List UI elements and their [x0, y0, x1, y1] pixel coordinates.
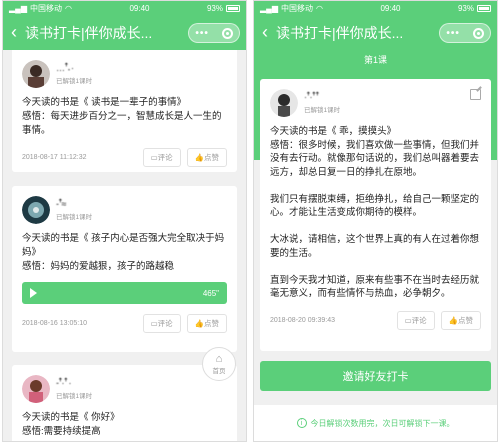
lesson-label: 第1课: [363, 55, 387, 65]
avatar: [22, 60, 50, 88]
close-target-icon[interactable]: [221, 27, 233, 39]
notice-text: 今日解锁次数用完，次日可解锁下一课。: [310, 418, 455, 428]
post-author: -ꜛ≈ 已解锁1课时: [22, 194, 227, 226]
battery-icon: [476, 4, 491, 12]
back-icon[interactable]: ‹: [254, 22, 276, 43]
post-card: -ꜛ≈ 已解锁1课时 今天读的书是《 孩子内心是否强大完全取决于妈妈》 感悟：妈…: [12, 186, 237, 352]
carrier: 中国移动: [29, 3, 62, 13]
nav-bar: ‹ 读书打卡|伴你成长... •••: [3, 15, 246, 50]
post-card: -ꜛ·ꜛ · 已解锁1课时 今天读的书是《 你好》 感悟:需要持续提高: [12, 365, 237, 441]
clock: 09:40: [129, 3, 150, 13]
author-name: -ꜛ·ꜛ ·: [56, 378, 72, 388]
unlocked-count: 已解锁1课时: [56, 393, 93, 400]
battery-text: 93%: [206, 3, 223, 13]
like-button[interactable]: 👍点赞: [186, 314, 227, 333]
post-footer: 2018-08-20 09:39:43 ▭评论 👍点赞: [270, 310, 481, 330]
nav-bar: ‹ 读书打卡|伴你成长... •••: [254, 15, 497, 50]
author-name: -ꜛ≈: [56, 199, 66, 209]
invite-friends-button[interactable]: 邀请好友打卡: [260, 361, 491, 391]
avatar: [270, 89, 298, 117]
post-detail-card: ·ꜛ·ꜛꜛ 已解锁1课时 今天读的书是《 乖，摸摸头》 感悟：很多时候，我们喜欢…: [260, 79, 491, 351]
post-time: 2018-08-17 11:12:32: [22, 154, 87, 161]
audio-duration: 465": [202, 288, 219, 298]
avatar: [22, 196, 50, 224]
post-time: 2018-08-20 09:39:43: [270, 316, 335, 324]
thumbs-up-icon: 👍: [194, 153, 204, 162]
battery-text: 93%: [457, 3, 474, 13]
edit-icon[interactable]: [470, 89, 481, 100]
carrier: 中国移动: [280, 3, 313, 13]
comment-button[interactable]: ▭评论: [396, 310, 435, 330]
wifi-icon: ◠: [315, 3, 323, 13]
page-title: 读书打卡|伴你成长...: [276, 24, 404, 41]
more-icon[interactable]: •••: [195, 28, 209, 39]
back-icon[interactable]: ‹: [3, 22, 25, 43]
post-footer: 2018-08-17 11:12:32 ▭评论 👍点赞: [22, 148, 227, 167]
avatar: [22, 375, 50, 403]
post-author: -ꜛ·ꜛ · 已解锁1课时: [22, 373, 227, 405]
post-card: …ꜛ˖ · 已解锁1课时 今天读的书是《 读书是一辈子的事情》 感悟：每天进步百…: [12, 50, 237, 172]
battery-icon: [225, 4, 240, 12]
post-text: 今天读的书是《 读书是一辈子的事情》 感悟：每天进步百分之一，智慧成长是人一生的…: [22, 97, 222, 136]
author-name: ·ꜛ·ꜛꜛ: [304, 92, 320, 102]
unlocked-count: 已解锁1课时: [56, 214, 93, 221]
play-icon[interactable]: [30, 288, 37, 298]
comment-button[interactable]: ▭评论: [142, 148, 181, 167]
unlocked-count: 已解锁1课时: [304, 107, 341, 114]
post-footer: 2018-08-16 13:05:10 ▭评论 👍点赞: [22, 314, 227, 333]
author-name: …ꜛ˖ ·: [56, 63, 74, 73]
home-button[interactable]: ⌂ 首页: [202, 347, 236, 381]
unlocked-count: 已解锁1课时: [56, 78, 93, 85]
post-text: 今天读的书是《 孩子内心是否强大完全取决于妈妈》 感悟：妈妈的爱越狠，孩子的路越…: [22, 233, 225, 272]
status-bar: ▂▄▆ 中国移动 ◠ 09:40 93%: [3, 1, 246, 15]
page-title: 读书打卡|伴你成长...: [25, 24, 153, 41]
mini-program-capsule[interactable]: •••: [439, 23, 491, 43]
audio-player[interactable]: 465": [22, 282, 227, 304]
post-text: 今天读的书是《 你好》 感悟:需要持续提高: [22, 412, 120, 437]
thumbs-up-icon: 👍: [448, 315, 458, 325]
clock: 09:40: [380, 3, 401, 13]
comment-button[interactable]: ▭评论: [142, 314, 181, 333]
mini-program-capsule[interactable]: •••: [188, 23, 240, 43]
info-icon: i: [296, 418, 307, 428]
phone-screen-feed: ▂▄▆ 中国移动 ◠ 09:40 93% ‹ 读书打卡|伴你成长... ••• …ꜛ…: [2, 0, 247, 442]
comment-icon: ▭: [150, 319, 158, 328]
phone-screen-detail: ▂▄▆ 中国移动 ◠ 09:40 93% ‹ 读书打卡|伴你成长... ••• 第1…: [253, 0, 498, 442]
wifi-icon: ◠: [64, 3, 72, 13]
post-author: …ꜛ˖ · 已解锁1课时: [22, 58, 227, 90]
thumbs-up-icon: 👍: [194, 319, 204, 328]
unlock-notice: i 今日解锁次数用完，次日可解锁下一课。: [254, 405, 497, 441]
home-icon: ⌂: [215, 352, 223, 365]
comment-icon: ▭: [150, 153, 158, 162]
like-button[interactable]: 👍点赞: [186, 148, 227, 167]
close-target-icon[interactable]: [472, 27, 484, 39]
post-author: ·ꜛ·ꜛꜛ 已解锁1课时: [270, 87, 481, 119]
header: ▂▄▆ 中国移动 ◠ 09:40 93% ‹ 读书打卡|伴你成长... •••: [3, 1, 246, 50]
comment-icon: ▭: [404, 315, 412, 325]
more-icon[interactable]: •••: [446, 28, 460, 39]
like-button[interactable]: 👍点赞: [440, 310, 481, 330]
signal-icon: ▂▄▆: [9, 3, 27, 13]
signal-icon: ▂▄▆: [260, 3, 278, 13]
post-text: 今天读的书是《 乖，摸摸头》 感悟：很多时候，我们喜欢做一些事情，但我们并没有去…: [270, 126, 480, 299]
status-bar: ▂▄▆ 中国移动 ◠ 09:40 93%: [254, 1, 497, 15]
header: ▂▄▆ 中国移动 ◠ 09:40 93% ‹ 读书打卡|伴你成长... •••: [254, 1, 497, 50]
post-time: 2018-08-16 13:05:10: [22, 320, 87, 327]
